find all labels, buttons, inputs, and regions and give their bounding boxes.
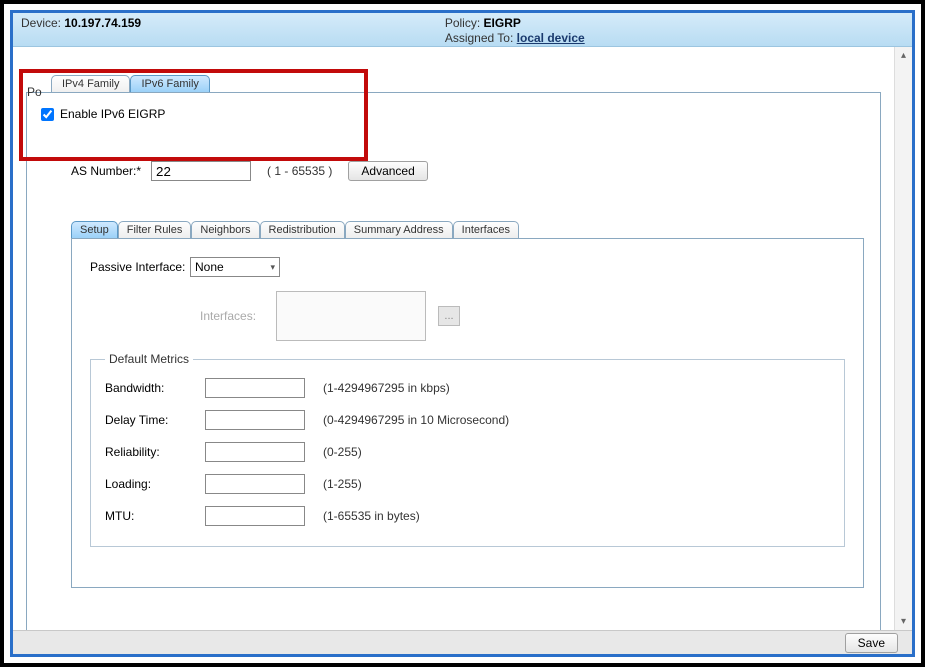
bandwidth-row: Bandwidth: (1-4294967295 in kbps) [105, 378, 830, 398]
bandwidth-label: Bandwidth: [105, 381, 205, 395]
loading-input[interactable] [205, 474, 305, 494]
assigned-to-label: Assigned To: [445, 31, 514, 45]
enable-ipv6-row: Enable IPv6 EIGRP [41, 107, 866, 121]
tab-ipv4-family[interactable]: IPv4 Family [51, 75, 130, 92]
tab-summary-address[interactable]: Summary Address [345, 221, 453, 238]
delay-row: Delay Time: (0-4294967295 in 10 Microsec… [105, 410, 830, 430]
header-bar: Device: 10.197.74.159 Policy: EIGRP Assi… [13, 13, 912, 47]
scroll-down-icon[interactable]: ▾ [901, 616, 906, 627]
scroll-area: IPv4 Family IPv6 Family Enable IPv6 EIGR… [13, 47, 894, 630]
tab-redistribution[interactable]: Redistribution [260, 221, 345, 238]
loading-row: Loading: (1-255) [105, 474, 830, 494]
vertical-scrollbar[interactable]: ▴ ▾ [894, 47, 912, 630]
device-value: 10.197.74.159 [64, 16, 141, 30]
delay-input[interactable] [205, 410, 305, 430]
loading-hint: (1-255) [323, 477, 362, 491]
as-number-input[interactable] [151, 161, 251, 181]
mtu-hint: (1-65535 in bytes) [323, 509, 420, 523]
mtu-input[interactable] [205, 506, 305, 526]
tab-setup[interactable]: Setup [71, 221, 118, 238]
mtu-row: MTU: (1-65535 in bytes) [105, 506, 830, 526]
window-frame: Device: 10.197.74.159 Policy: EIGRP Assi… [0, 0, 925, 667]
delay-hint: (0-4294967295 in 10 Microsecond) [323, 413, 509, 427]
reliability-hint: (0-255) [323, 445, 362, 459]
interfaces-row: Interfaces: ... [200, 291, 845, 341]
bandwidth-hint: (1-4294967295 in kbps) [323, 381, 450, 395]
delay-label: Delay Time: [105, 413, 205, 427]
inner-tabs: Setup Filter Rules Neighbors Redistribut… [71, 221, 866, 238]
inner-frame: Device: 10.197.74.159 Policy: EIGRP Assi… [10, 10, 915, 657]
tab-filter-rules[interactable]: Filter Rules [118, 221, 192, 238]
passive-interface-row: Passive Interface: None ▾ [90, 257, 845, 277]
interfaces-listbox[interactable] [276, 291, 426, 341]
policy-label: Policy: [445, 16, 480, 30]
tab-interfaces[interactable]: Interfaces [453, 221, 519, 238]
header-left: Device: 10.197.74.159 [21, 16, 445, 44]
scroll-up-icon[interactable]: ▴ [901, 50, 906, 61]
passive-interface-value: None [195, 260, 224, 274]
bandwidth-input[interactable] [205, 378, 305, 398]
family-tabs: IPv4 Family IPv6 Family [51, 75, 884, 92]
interfaces-sublabel: Interfaces: [200, 309, 276, 323]
device-label: Device: [21, 16, 61, 30]
footer-bar: Save [13, 630, 912, 654]
passive-interface-select[interactable]: None ▾ [190, 257, 280, 277]
reliability-input[interactable] [205, 442, 305, 462]
advanced-button[interactable]: Advanced [348, 161, 427, 181]
as-number-row: AS Number:* ( 1 - 65535 ) Advanced [71, 161, 866, 181]
setup-panel: Passive Interface: None ▾ Interfaces: ..… [71, 238, 864, 588]
default-metrics-fieldset: Default Metrics Bandwidth: (1-4294967295… [90, 359, 845, 547]
chevron-down-icon: ▾ [270, 262, 275, 273]
loading-label: Loading: [105, 477, 205, 491]
reliability-label: Reliability: [105, 445, 205, 459]
assigned-to-link[interactable]: local device [517, 31, 585, 45]
policy-assigned-truncated: Po [27, 85, 42, 99]
interfaces-browse-button[interactable]: ... [438, 306, 460, 326]
default-metrics-legend: Default Metrics [105, 352, 193, 366]
enable-ipv6-eigrp-label: Enable IPv6 EIGRP [60, 107, 165, 121]
save-button[interactable]: Save [845, 633, 898, 653]
header-right: Policy: EIGRP Assigned To: local device [445, 16, 904, 46]
ipv6-family-panel: Enable IPv6 EIGRP AS Number:* ( 1 - 6553… [26, 92, 881, 630]
enable-ipv6-eigrp-checkbox[interactable] [41, 108, 54, 121]
as-number-label: AS Number:* [71, 164, 141, 178]
passive-interface-label: Passive Interface: [90, 260, 190, 274]
tab-ipv6-family[interactable]: IPv6 Family [130, 75, 209, 92]
policy-value: EIGRP [484, 16, 521, 30]
content-area: Po IPv4 Family IPv6 Family Enable IPv6 E… [13, 47, 912, 654]
tab-neighbors[interactable]: Neighbors [191, 221, 259, 238]
reliability-row: Reliability: (0-255) [105, 442, 830, 462]
as-number-range: ( 1 - 65535 ) [267, 164, 332, 178]
mtu-label: MTU: [105, 509, 205, 523]
